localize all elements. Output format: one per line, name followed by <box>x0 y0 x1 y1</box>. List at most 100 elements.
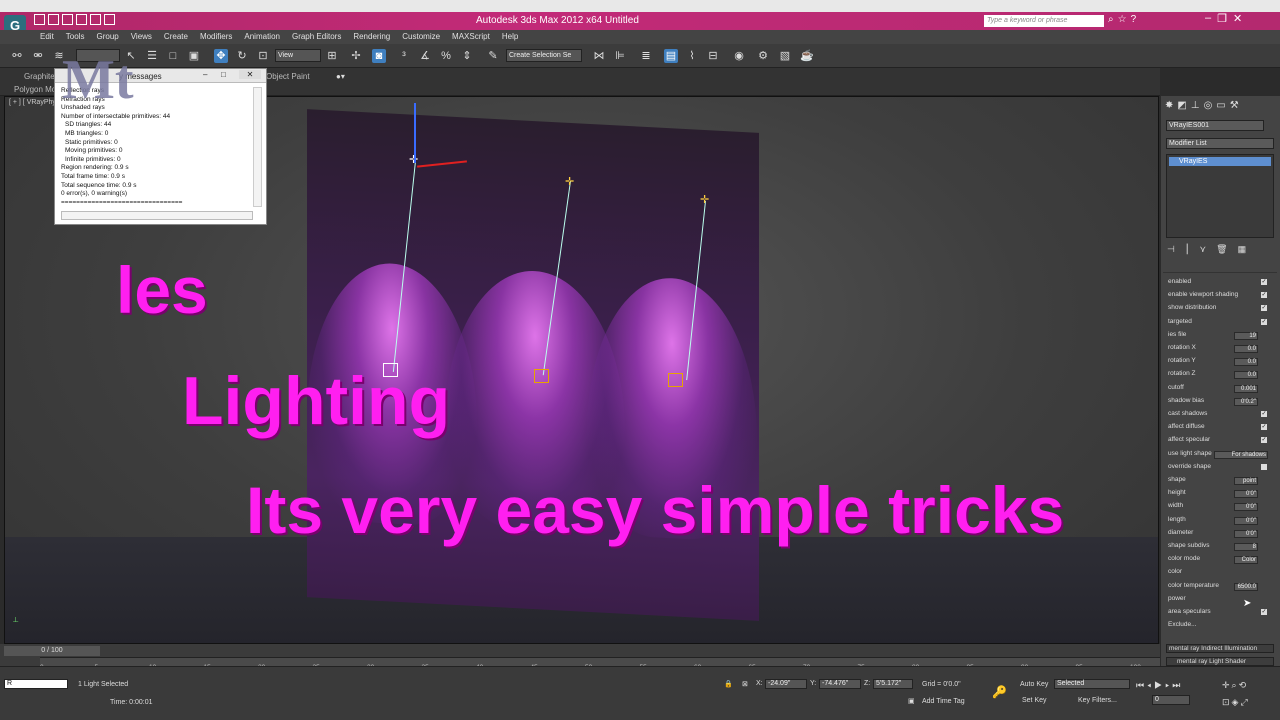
layer-manager-icon[interactable]: ≣ <box>639 49 653 63</box>
curve-editor-icon[interactable]: ⌇ <box>685 49 699 63</box>
param-checkbox[interactable]: ✓ <box>1261 305 1267 312</box>
maximize-button[interactable]: ❐ <box>1217 12 1227 25</box>
param-value-field[interactable]: 0.0 <box>1234 358 1258 367</box>
key-filters-button[interactable]: Key Filters... <box>1078 697 1117 704</box>
viewport-navigation-icons[interactable]: ✛⌕⟲ <box>1222 680 1248 691</box>
window-crossing-icon[interactable]: ▣ <box>187 49 201 63</box>
menu-modifiers[interactable]: Modifiers <box>194 30 238 44</box>
show-end-result-icon[interactable]: ⎮ <box>1185 244 1190 255</box>
select-manipulate-icon[interactable]: ✢ <box>349 49 363 63</box>
key-mode-dropdown[interactable]: Selected <box>1054 679 1130 689</box>
dialog-horizontal-scrollbar[interactable] <box>61 211 253 220</box>
light-3-target-box[interactable] <box>668 373 683 387</box>
close-button[interactable]: ✕ <box>1233 12 1242 25</box>
dialog-close-button[interactable]: ✕ <box>239 70 261 79</box>
light-2-target-box[interactable] <box>534 369 549 383</box>
hierarchy-tab-icon[interactable]: ⊥ <box>1191 100 1200 111</box>
param-checkbox[interactable]: ✓ <box>1261 437 1267 444</box>
ribbon-tab-graphite[interactable]: Graphite <box>24 72 55 81</box>
param-value-field[interactable]: For shadows <box>1214 450 1268 459</box>
named-selection-dropdown[interactable]: Create Selection Se <box>506 49 582 62</box>
param-checkbox[interactable]: ✓ <box>1261 292 1267 299</box>
graphite-toggle-icon[interactable]: ▤ <box>664 49 678 63</box>
snaps-toggle-icon[interactable]: ³ <box>397 49 411 63</box>
param-checkbox[interactable] <box>1261 463 1267 470</box>
object-name-field[interactable]: VRayIES001 <box>1166 120 1264 131</box>
search-input[interactable]: Type a keyword or phrase <box>984 15 1104 27</box>
param-value-field[interactable]: 0.0 <box>1234 371 1258 380</box>
set-key-icon[interactable]: 🔑 <box>992 685 1007 699</box>
create-tab-icon[interactable]: ✸ <box>1165 100 1173 111</box>
pin-stack-icon[interactable]: ⊣ <box>1167 244 1175 255</box>
configure-sets-icon[interactable]: ▦ <box>1238 244 1247 255</box>
param-checkbox[interactable]: ✓ <box>1261 318 1267 325</box>
menu-views[interactable]: Views <box>125 30 158 44</box>
angle-snap-icon[interactable]: ∡ <box>418 49 432 63</box>
menu-animation[interactable]: Animation <box>238 30 286 44</box>
search-icon[interactable]: ⌕ <box>1108 14 1114 25</box>
param-value-field[interactable]: 6500.0 <box>1234 582 1258 591</box>
spinner-snap-icon[interactable]: ⇕ <box>460 49 474 63</box>
menu-rendering[interactable]: Rendering <box>347 30 396 44</box>
auto-key-button[interactable]: Auto Key <box>1020 681 1048 688</box>
unlink-icon[interactable]: ⚮ <box>31 49 45 63</box>
minimize-button[interactable]: – <box>1205 12 1211 25</box>
stack-item-vrayies[interactable]: VRayIES <box>1169 157 1271 166</box>
modify-tab-icon[interactable]: ◩ <box>1177 100 1186 111</box>
light-3-icon[interactable]: ✛ <box>700 193 709 206</box>
viewport-label[interactable]: [ + ] [ VRayPhy <box>9 99 56 106</box>
absolute-mode-icon[interactable]: ⊠ <box>742 680 748 688</box>
ribbon-options-icon[interactable]: ●▾ <box>336 72 345 81</box>
menu-group[interactable]: Group <box>90 30 124 44</box>
render-production-icon[interactable]: ☕ <box>800 49 814 63</box>
redo-icon[interactable] <box>90 14 101 25</box>
pivot-center-icon[interactable]: ⊞ <box>325 49 339 63</box>
viewport-navigation-icons-2[interactable]: ⊡◈⤢ <box>1222 697 1250 708</box>
param-value-field[interactable]: 0'0" <box>1234 490 1258 499</box>
motion-tab-icon[interactable]: ◎ <box>1204 100 1213 111</box>
edit-named-selection-icon[interactable]: ✎ <box>486 49 500 63</box>
menu-customize[interactable]: Customize <box>396 30 446 44</box>
add-time-tag-icon[interactable]: ▣ <box>908 697 915 705</box>
param-value-field[interactable]: 0'0" <box>1234 516 1258 525</box>
open-file-icon[interactable] <box>48 14 59 25</box>
add-time-tag[interactable]: Add Time Tag <box>922 698 965 705</box>
menu-help[interactable]: Help <box>496 30 524 44</box>
project-folder-icon[interactable] <box>104 14 115 25</box>
render-setup-icon[interactable]: ⚙ <box>756 49 770 63</box>
dialog-vertical-scrollbar[interactable] <box>253 87 262 207</box>
set-key-button[interactable]: Set Key <box>1022 697 1047 704</box>
menu-create[interactable]: Create <box>158 30 194 44</box>
reference-coordinate-dropdown[interactable]: View <box>275 49 321 62</box>
select-by-name-icon[interactable]: ☰ <box>145 49 159 63</box>
new-file-icon[interactable] <box>34 14 45 25</box>
make-unique-icon[interactable]: ⋎ <box>1200 244 1207 255</box>
move-icon[interactable]: ✥ <box>214 49 228 63</box>
dialog-maximize-button[interactable]: □ <box>221 70 226 79</box>
scale-icon[interactable]: ⊡ <box>256 49 270 63</box>
modifier-list-dropdown[interactable]: Modifier List <box>1166 138 1274 149</box>
ribbon-tab-polygon[interactable]: Polygon Mo <box>14 85 56 94</box>
y-coordinate-field[interactable]: -74.476" <box>819 679 861 689</box>
keyboard-shortcut-override-icon[interactable]: ◙ <box>372 49 386 63</box>
x-coordinate-field[interactable]: -24.09" <box>765 679 807 689</box>
menu-graph-editors[interactable]: Graph Editors <box>286 30 347 44</box>
playback-controls[interactable]: ⏮◂▶▸⏭ <box>1136 680 1183 691</box>
ribbon-tab-object-paint[interactable]: Object Paint <box>266 72 310 81</box>
rollout-mental-ray-light-shader[interactable]: mental ray Light Shader <box>1166 657 1274 666</box>
light-2-icon[interactable]: ✛ <box>565 175 574 188</box>
menu-edit[interactable]: Edit <box>34 30 60 44</box>
rendered-frame-window-icon[interactable]: ▧ <box>778 49 792 63</box>
align-icon[interactable]: ⊫ <box>613 49 627 63</box>
undo-icon[interactable] <box>76 14 87 25</box>
param-checkbox[interactable]: ✓ <box>1261 279 1267 285</box>
menu-tools[interactable]: Tools <box>60 30 91 44</box>
param-value-field[interactable]: point <box>1234 477 1258 485</box>
param-value-field[interactable]: 19 <box>1234 331 1258 340</box>
param-value-field[interactable]: 8 <box>1234 543 1258 551</box>
param-checkbox[interactable]: ✓ <box>1261 411 1267 417</box>
dialog-minimize-button[interactable]: – <box>203 70 207 79</box>
rollout-mental-ray-indirect[interactable]: mental ray Indirect Illumination <box>1166 644 1274 653</box>
param-value-field[interactable]: 0'0" <box>1234 503 1258 512</box>
save-file-icon[interactable] <box>62 14 73 25</box>
